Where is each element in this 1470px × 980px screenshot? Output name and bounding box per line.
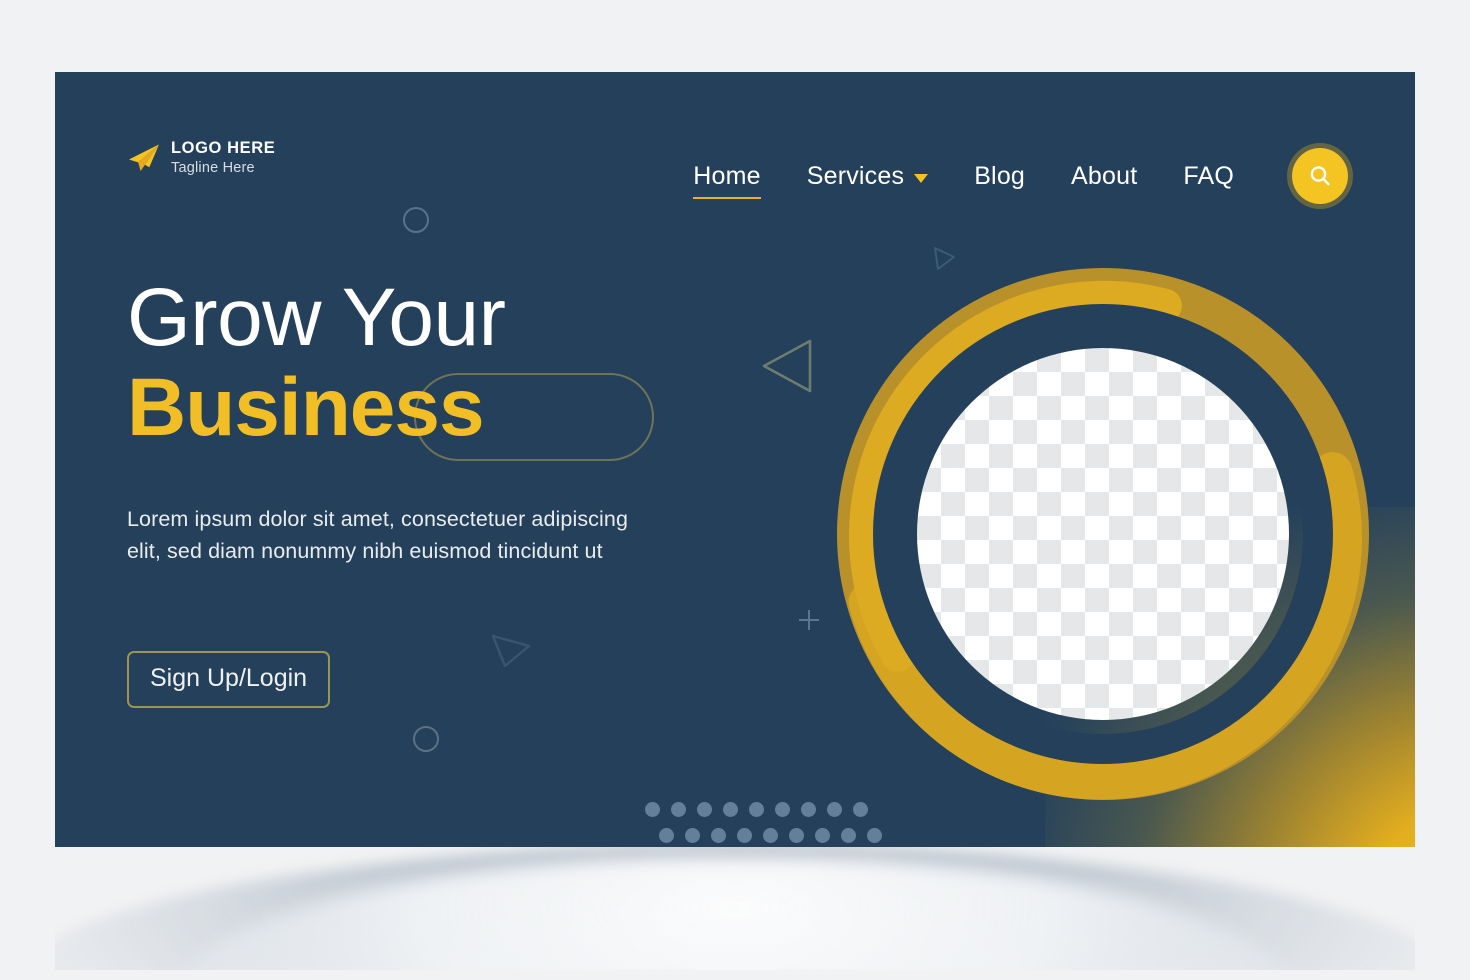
nav-item-services-label: Services <box>806 161 905 190</box>
hero-headline-line2-wrap: Business <box>127 362 747 466</box>
dot <box>801 802 816 817</box>
brand-tagline: Tagline Here <box>171 159 255 176</box>
dot <box>697 802 712 817</box>
paper-plane-icon <box>128 143 160 171</box>
dot-row <box>659 828 882 843</box>
dot <box>841 828 856 843</box>
hero-content: Grow Your Business Lorem ipsum dolor sit… <box>127 272 747 709</box>
dot <box>645 802 660 817</box>
nav-item-about[interactable]: About <box>1071 162 1137 191</box>
dot <box>775 802 790 817</box>
hero-banner: LOGO HERE Tagline Here Home Services Blo… <box>55 72 1415 847</box>
dot <box>671 802 686 817</box>
dot <box>723 802 738 817</box>
search-icon <box>1310 166 1330 186</box>
dot <box>763 828 778 843</box>
decor-plus <box>799 610 819 630</box>
circular-image-frame <box>823 254 1383 814</box>
signup-login-button[interactable]: Sign Up/Login <box>127 651 331 709</box>
site-header: LOGO HERE Tagline Here Home Services Blo… <box>55 72 1415 252</box>
decor-triangle-left <box>762 339 812 393</box>
brand-text: LOGO HERE Tagline Here <box>171 140 275 175</box>
dot <box>815 828 830 843</box>
nav-item-blog[interactable]: Blog <box>974 162 1025 191</box>
brand-logo[interactable]: LOGO HERE Tagline Here <box>127 140 275 175</box>
dot <box>867 828 882 843</box>
dot <box>737 828 752 843</box>
hero-body-text: Lorem ipsum dolor sit amet, consectetuer… <box>127 507 629 563</box>
nav-item-services[interactable]: Services <box>806 161 929 191</box>
decor-circle-bottom <box>413 726 439 752</box>
nav-item-home[interactable]: Home <box>693 162 761 199</box>
dot <box>749 802 764 817</box>
hero-headline-line1: Grow Your <box>127 272 506 363</box>
main-navigation: Home Services Blog About FAQ <box>693 148 1348 204</box>
chevron-down-icon <box>914 174 929 183</box>
dot <box>685 828 700 843</box>
search-button[interactable] <box>1292 148 1348 204</box>
hero-headline-line2: Business <box>127 362 485 454</box>
page-stage: LOGO HERE Tagline Here Home Services Blo… <box>0 0 1470 980</box>
dot <box>789 828 804 843</box>
nav-item-faq[interactable]: FAQ <box>1183 162 1234 191</box>
dot <box>659 828 674 843</box>
image-placeholder[interactable] <box>917 348 1289 720</box>
dot <box>711 828 726 843</box>
brand-title: LOGO HERE <box>171 139 276 157</box>
